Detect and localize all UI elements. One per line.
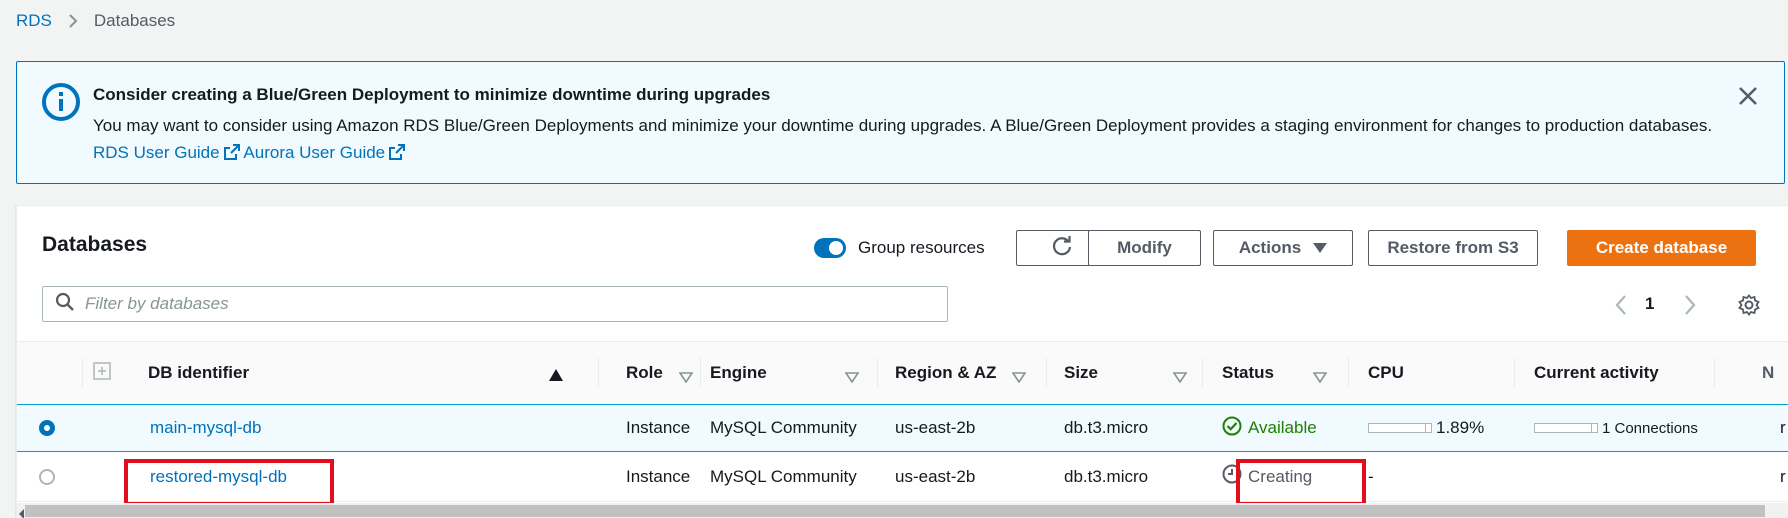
select-column-header [17, 342, 83, 404]
external-link-icon [223, 141, 240, 168]
column-partial: N [1762, 363, 1775, 382]
caret-down-icon [1313, 238, 1328, 258]
gear-icon[interactable] [1738, 294, 1760, 321]
sort-icon[interactable] [678, 368, 694, 388]
size-cell: db.t3.micro [1064, 418, 1149, 437]
column-cpu[interactable]: CPU [1349, 342, 1515, 404]
partial-cell: r [1780, 466, 1786, 486]
cpu-bar [1368, 423, 1432, 433]
flash-body: You may want to consider using Amazon RD… [93, 112, 1733, 168]
create-database-button[interactable]: Create database [1567, 230, 1756, 266]
refresh-icon [1051, 235, 1073, 262]
region-cell: us-east-2b [895, 466, 976, 486]
flash-title: Consider creating a Blue/Green Deploymen… [93, 85, 771, 104]
db-identifier-link[interactable]: main-mysql-db [150, 418, 261, 438]
engine-cell: MySQL Community [710, 418, 857, 437]
actions-button[interactable]: Actions [1213, 230, 1353, 266]
size-cell: db.t3.micro [1064, 466, 1149, 486]
activity-bar [1534, 423, 1598, 433]
column-current-activity[interactable]: Current activity [1515, 342, 1715, 404]
role-cell: Instance [626, 466, 691, 486]
table-header: DB identifier Role Engine Region & AZ Si… [17, 341, 1788, 405]
breadcrumb-current: Databases [93, 11, 176, 30]
flash-body-text: You may want to consider using Amazon RD… [93, 116, 1713, 135]
toggle-switch[interactable] [814, 238, 846, 258]
sort-icon[interactable] [1312, 368, 1328, 388]
chevron-right-icon[interactable] [1683, 294, 1697, 321]
sort-icon[interactable] [1172, 368, 1188, 388]
modify-button[interactable]: Modify [1088, 230, 1201, 266]
status-badge: Available [1222, 416, 1317, 441]
column-role[interactable]: Role [599, 342, 701, 404]
rds-user-guide-link[interactable]: RDS User Guide [93, 143, 240, 162]
expand-all-icon[interactable] [93, 362, 111, 385]
search-icon [55, 292, 75, 317]
chevron-right-icon [68, 13, 78, 29]
sort-icon[interactable] [1011, 368, 1027, 388]
column-size[interactable]: Size [1047, 342, 1203, 404]
partial-cell: r [1780, 418, 1786, 437]
scrollbar-thumb[interactable] [25, 505, 1765, 517]
horizontal-scrollbar[interactable] [17, 503, 1788, 518]
row-select-radio[interactable] [39, 468, 55, 485]
aurora-user-guide-link[interactable]: Aurora User Guide [243, 143, 406, 162]
column-region-az[interactable]: Region & AZ [878, 342, 1047, 404]
group-resources-toggle[interactable]: Group resources [814, 238, 985, 258]
databases-panel: Databases Group resources Modify Actions… [16, 205, 1788, 518]
info-flash-banner: Consider creating a Blue/Green Deploymen… [16, 61, 1785, 184]
column-db-identifier[interactable]: DB identifier [83, 342, 599, 404]
page-number[interactable]: 1 [1645, 294, 1654, 314]
check-circle-icon [1222, 416, 1242, 441]
region-cell: us-east-2b [895, 418, 976, 437]
close-icon[interactable] [1736, 84, 1760, 108]
cpu-value: 1.89% [1436, 418, 1485, 437]
sort-icon[interactable] [844, 368, 860, 388]
highlight-db-identifier [124, 459, 334, 506]
filter-box[interactable] [42, 286, 948, 322]
filter-input[interactable] [85, 294, 925, 314]
group-resources-label: Group resources [858, 238, 985, 257]
external-link-icon [389, 141, 406, 168]
engine-cell: MySQL Community [710, 466, 857, 486]
highlight-status [1236, 459, 1366, 506]
restore-from-s3-button[interactable]: Restore from S3 [1368, 230, 1538, 266]
panel-title: Databases [42, 233, 148, 256]
table-row[interactable]: main-mysql-db Instance MySQL Community u… [17, 404, 1788, 452]
cpu-value: - [1368, 466, 1374, 486]
column-engine[interactable]: Engine [701, 342, 878, 404]
info-icon [41, 82, 81, 122]
activity-value: 1 Connections [1602, 419, 1698, 437]
breadcrumb: RDS Databases [16, 10, 175, 32]
breadcrumb-rds-link[interactable]: RDS [16, 11, 52, 31]
chevron-left-icon[interactable] [1614, 294, 1628, 321]
column-status[interactable]: Status [1203, 342, 1349, 404]
role-cell: Instance [626, 418, 691, 437]
row-select-radio[interactable] [39, 420, 55, 436]
sort-ascending-icon[interactable] [549, 366, 563, 386]
